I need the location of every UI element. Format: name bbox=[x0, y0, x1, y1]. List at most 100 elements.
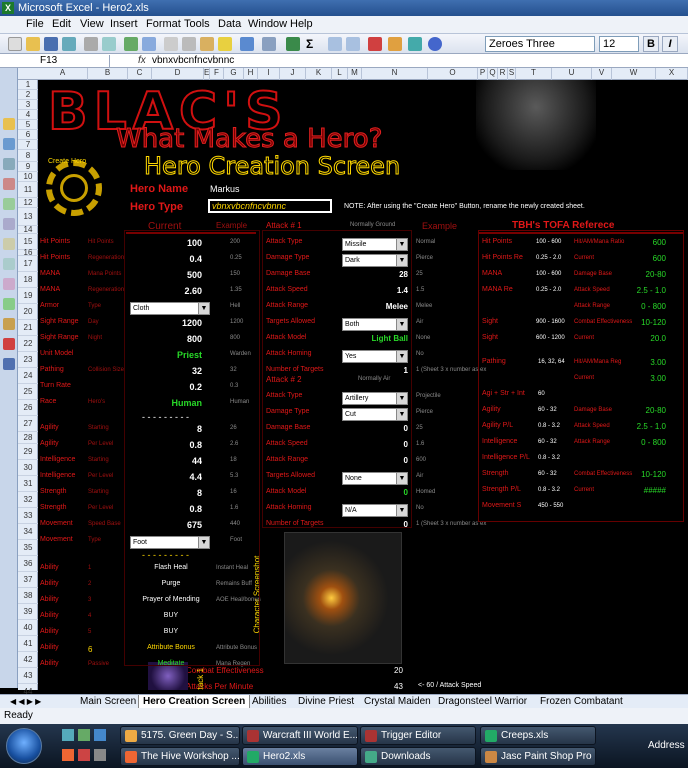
row-header[interactable]: 41 bbox=[18, 636, 38, 652]
row-header[interactable]: 10 bbox=[18, 172, 38, 182]
row-header[interactable]: 3 bbox=[18, 100, 38, 110]
tab-frozen-combatant[interactable]: Frozen Combatant bbox=[536, 695, 627, 709]
task-button-active[interactable]: Hero2.xls bbox=[242, 747, 358, 766]
column-header[interactable]: S bbox=[508, 68, 516, 80]
worksheet-grid[interactable]: BLAC'S What Makes a Hero? Hero Creation … bbox=[38, 80, 688, 690]
column-header[interactable]: R bbox=[498, 68, 508, 80]
create-hero-label[interactable]: Create Hero bbox=[48, 158, 86, 165]
row-header[interactable]: 30 bbox=[18, 460, 38, 476]
task-button[interactable]: Creeps.xls bbox=[480, 726, 596, 745]
function-icon[interactable]: fx bbox=[138, 55, 146, 66]
paste-icon[interactable] bbox=[200, 37, 214, 51]
row-header[interactable]: 23 bbox=[18, 352, 38, 368]
task-button[interactable]: The Hive Workshop ... bbox=[120, 747, 240, 766]
formula-input[interactable]: vbnxvbcnfncvbnnc bbox=[152, 55, 234, 66]
task-button[interactable]: 5175. Green Day - S... bbox=[120, 726, 240, 745]
column-header[interactable]: A bbox=[38, 68, 88, 80]
task-button[interactable]: Downloads bbox=[360, 747, 476, 766]
column-header[interactable]: Q bbox=[488, 68, 498, 80]
column-header[interactable]: D bbox=[152, 68, 204, 80]
font-size-select[interactable]: 12 bbox=[599, 36, 639, 52]
row-header[interactable]: 8 bbox=[18, 150, 38, 162]
menu-window[interactable]: Window bbox=[248, 18, 287, 30]
row-header[interactable]: 4 bbox=[18, 110, 38, 120]
column-header[interactable]: K bbox=[306, 68, 332, 80]
row-header[interactable]: 14 bbox=[18, 226, 38, 234]
quicklaunch-icon[interactable] bbox=[62, 729, 74, 741]
open-icon[interactable] bbox=[26, 37, 40, 51]
row-header[interactable]: 2 bbox=[18, 90, 38, 100]
font-color-icon[interactable] bbox=[3, 358, 15, 370]
select-icon[interactable] bbox=[3, 138, 15, 150]
print-preview-icon[interactable] bbox=[102, 37, 116, 51]
row-header[interactable]: 31 bbox=[18, 476, 38, 492]
sort-descending-icon[interactable] bbox=[346, 37, 360, 51]
arrow-icon[interactable] bbox=[3, 198, 15, 210]
row-header[interactable]: 38 bbox=[18, 588, 38, 604]
hero-type-input[interactable]: vbnxvbcnfncvbnnc bbox=[208, 199, 332, 213]
column-header[interactable]: T bbox=[516, 68, 552, 80]
column-header[interactable]: W bbox=[612, 68, 656, 80]
help-icon[interactable] bbox=[428, 37, 442, 51]
row-header[interactable]: 32 bbox=[18, 492, 38, 508]
copy-icon[interactable] bbox=[182, 37, 196, 51]
column-header[interactable]: I bbox=[258, 68, 280, 80]
hyperlink-icon[interactable] bbox=[286, 37, 300, 51]
column-header[interactable]: U bbox=[552, 68, 592, 80]
tab-hero-creation-screen[interactable]: Hero Creation Screen bbox=[138, 695, 251, 709]
row-header[interactable]: 20 bbox=[18, 304, 38, 320]
row-header[interactable]: 28 bbox=[18, 432, 38, 444]
row-header[interactable]: 37 bbox=[18, 572, 38, 588]
menu-tools[interactable]: Tools bbox=[184, 18, 210, 30]
column-header[interactable]: O bbox=[428, 68, 478, 80]
menu-help[interactable]: Help bbox=[290, 18, 313, 30]
quicklaunch-icon[interactable] bbox=[94, 729, 106, 741]
row-header[interactable]: 25 bbox=[18, 384, 38, 400]
permission-icon[interactable] bbox=[62, 37, 76, 51]
line-color-icon[interactable] bbox=[3, 338, 15, 350]
menu-data[interactable]: Data bbox=[218, 18, 241, 30]
row-header[interactable]: 17 bbox=[18, 256, 38, 272]
row-header[interactable]: 39 bbox=[18, 604, 38, 620]
row-header[interactable]: 24 bbox=[18, 368, 38, 384]
row-header[interactable]: 26 bbox=[18, 400, 38, 416]
row-header[interactable]: 19 bbox=[18, 288, 38, 304]
row-header[interactable]: 22 bbox=[18, 336, 38, 352]
sort-ascending-icon[interactable] bbox=[328, 37, 342, 51]
row-header[interactable]: 33 bbox=[18, 508, 38, 524]
bold-button[interactable]: B bbox=[643, 36, 659, 52]
column-header[interactable]: M bbox=[348, 68, 362, 80]
shapes-icon[interactable] bbox=[3, 158, 15, 170]
row-header[interactable]: 43 bbox=[18, 668, 38, 684]
tab-divine-priest[interactable]: Divine Priest bbox=[294, 695, 358, 709]
quicklaunch-icon[interactable] bbox=[78, 749, 90, 761]
quicklaunch-icon[interactable] bbox=[94, 749, 106, 761]
row-header[interactable]: 29 bbox=[18, 444, 38, 460]
format-painter-icon[interactable] bbox=[218, 37, 232, 51]
tab-dragonsteel-warrior[interactable]: Dragonsteel Warrior bbox=[434, 695, 531, 709]
tab-nav-arrows-icon[interactable]: ◀ ◀ ▶ ▶ bbox=[6, 695, 45, 709]
quicklaunch-icon[interactable] bbox=[78, 729, 90, 741]
zoom-icon[interactable] bbox=[408, 37, 422, 51]
row-header[interactable]: 35 bbox=[18, 540, 38, 556]
new-icon[interactable] bbox=[8, 37, 22, 51]
print-icon[interactable] bbox=[84, 37, 98, 51]
row-header[interactable]: 21 bbox=[18, 320, 38, 336]
firefox-icon[interactable] bbox=[62, 749, 74, 761]
column-header[interactable]: J bbox=[280, 68, 306, 80]
row-header[interactable]: 12 bbox=[18, 198, 38, 208]
column-header[interactable]: N bbox=[362, 68, 428, 80]
menu-format[interactable]: Format bbox=[146, 18, 181, 30]
column-header[interactable]: H bbox=[244, 68, 258, 80]
tab-abilities[interactable]: Abilities bbox=[248, 695, 290, 709]
column-header[interactable]: V bbox=[592, 68, 612, 80]
column-header[interactable]: C bbox=[128, 68, 152, 80]
fill-color-icon[interactable] bbox=[3, 318, 15, 330]
name-box[interactable]: F13 bbox=[2, 55, 110, 67]
menu-insert[interactable]: Insert bbox=[110, 18, 138, 30]
pencil-icon[interactable] bbox=[3, 118, 15, 130]
column-header[interactable]: L bbox=[332, 68, 348, 80]
spelling-icon[interactable] bbox=[124, 37, 138, 51]
wordart-icon[interactable] bbox=[3, 278, 15, 290]
task-button[interactable]: Jasc Paint Shop Pro ... bbox=[480, 747, 596, 766]
